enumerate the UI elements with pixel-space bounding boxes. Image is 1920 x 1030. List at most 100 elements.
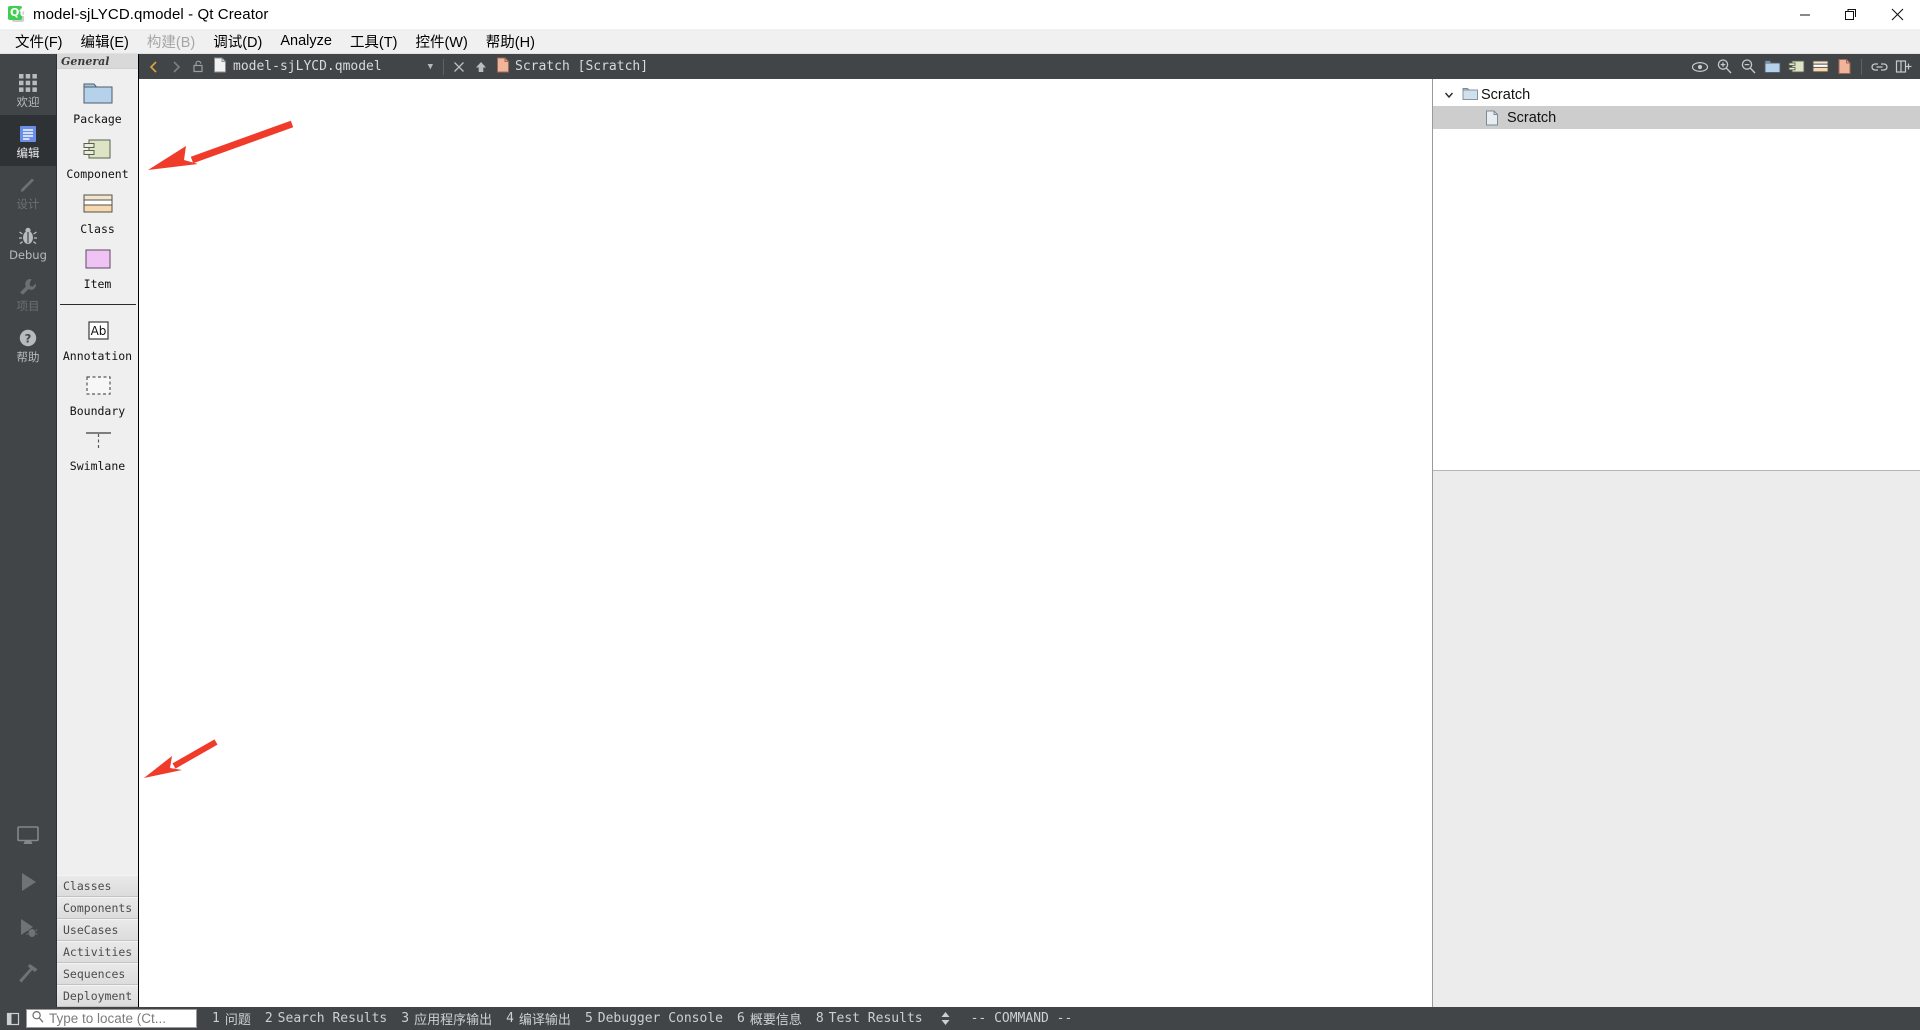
mode-welcome[interactable]: 欢迎	[0, 64, 56, 115]
unlocked-icon[interactable]	[187, 56, 209, 78]
debug-run-button[interactable]	[0, 907, 56, 953]
output-pane-test-results[interactable]: 8 Test Results	[809, 1007, 930, 1030]
tool-package[interactable]: Package	[58, 79, 138, 125]
menu-tools[interactable]: 工具(T)	[341, 29, 407, 54]
vim-command-status: -- COMMAND --	[970, 1011, 1073, 1026]
tool-swimlane[interactable]: Swimlane	[58, 426, 138, 472]
locator-input[interactable]: Type to locate (Ct...	[26, 1009, 197, 1028]
menu-window[interactable]: 控件(W)	[406, 29, 476, 54]
play-bug-icon	[15, 915, 41, 946]
pane-number: 8	[815, 1011, 824, 1026]
bug-icon	[17, 225, 39, 247]
menu-build: 构建(B)	[146, 34, 196, 51]
palette-divider	[59, 304, 136, 305]
kit-selector-button[interactable]	[0, 815, 56, 861]
palette-section-activities[interactable]: Activities	[57, 941, 138, 963]
zoom-in-icon[interactable]	[1713, 56, 1735, 78]
editor-toolbar: model-sjLYCD.qmodel ▼ Scratch [Scratch]	[139, 54, 1920, 79]
tree-node-scratch-diagram[interactable]: Scratch	[1433, 106, 1920, 129]
build-button[interactable]	[0, 953, 56, 999]
question-circle-icon: ?	[17, 327, 39, 349]
tree-node-label: Scratch	[1507, 109, 1557, 126]
pane-number: 6	[737, 1011, 745, 1026]
package-folder-icon	[81, 79, 115, 111]
main-body: 欢迎 编辑 设计 Debug 项目 ? 帮助 General Package C…	[0, 54, 1920, 1007]
palette-section-sequences[interactable]: Sequences	[57, 963, 138, 985]
add-package-icon[interactable]	[1761, 56, 1783, 78]
maximize-button[interactable]	[1828, 0, 1874, 29]
menu-help[interactable]: 帮助(H)	[477, 29, 544, 54]
tool-label-package: Package	[73, 112, 122, 126]
chevron-down-icon[interactable]: ▼	[428, 62, 439, 72]
grid-icon	[17, 72, 39, 94]
tool-class[interactable]: Class	[58, 189, 138, 235]
chevron-down-icon[interactable]	[1439, 89, 1459, 101]
mode-edit[interactable]: 编辑	[0, 115, 56, 166]
palette-section-deployment[interactable]: Deployment	[57, 985, 138, 1007]
class-icon	[81, 189, 115, 221]
item-icon	[81, 244, 115, 276]
menu-bar: 文件(F) 编辑(E) 构建(B) 调试(D) Analyze 工具(T) 控件…	[0, 29, 1920, 54]
menu-analyze[interactable]: Analyze	[271, 31, 341, 51]
tool-boundary[interactable]: Boundary	[58, 371, 138, 417]
menu-file[interactable]: 文件(F)	[6, 29, 72, 54]
nav-back-icon[interactable]	[143, 56, 165, 78]
output-pane-spinner[interactable]	[930, 1011, 961, 1026]
tree-node-scratch-folder[interactable]: Scratch	[1433, 83, 1920, 106]
scratch-editor-tab[interactable]: Scratch [Scratch]	[492, 57, 648, 77]
output-pane-application-output[interactable]: 3 应用程序输出	[394, 1007, 499, 1030]
mode-help[interactable]: ? 帮助	[0, 319, 56, 370]
add-component-icon[interactable]	[1785, 56, 1807, 78]
split-editor-icon[interactable]	[1892, 56, 1914, 78]
menu-debug[interactable]: 调试(D)	[204, 29, 271, 54]
add-class-icon[interactable]	[1809, 56, 1831, 78]
open-file-name: model-sjLYCD.qmodel	[233, 59, 382, 74]
diagram-canvas[interactable]	[139, 79, 1433, 1007]
minimize-button[interactable]	[1782, 0, 1828, 29]
open-file-combo[interactable]: model-sjLYCD.qmodel ▼	[209, 57, 439, 77]
palette-section-classes[interactable]: Classes	[57, 875, 138, 897]
locator-placeholder: Type to locate (Ct...	[49, 1011, 167, 1026]
sidebar-toggle-icon[interactable]	[0, 1007, 26, 1030]
run-button[interactable]	[0, 861, 56, 907]
tool-label-component: Component	[66, 167, 129, 181]
editor-toolbar-right-tools	[1689, 56, 1920, 78]
tool-label-annotation: Annotation	[62, 349, 133, 363]
scratch-document-icon	[496, 57, 510, 77]
properties-pane[interactable]	[1433, 471, 1920, 1007]
palette-section-components[interactable]: Components	[57, 897, 138, 919]
pane-number: 2	[264, 1011, 273, 1026]
output-pane-issues[interactable]: 1 问题	[205, 1007, 258, 1030]
play-icon	[15, 869, 41, 900]
palette-header: General	[57, 54, 138, 69]
toolbar-separator	[443, 58, 444, 75]
document-icon	[213, 57, 227, 77]
window-controls	[1782, 0, 1920, 29]
menu-edit[interactable]: 编辑(E)	[72, 29, 138, 54]
toolbar-separator-right	[1861, 58, 1862, 75]
output-pane-general-messages[interactable]: 6 概要信息	[730, 1007, 809, 1030]
mode-projects: 项目	[0, 268, 56, 319]
zoom-out-icon[interactable]	[1737, 56, 1759, 78]
mode-debug[interactable]: Debug	[0, 217, 56, 268]
output-pane-compile-output[interactable]: 4 编译输出	[499, 1007, 578, 1030]
mode-label-debug: Debug	[9, 247, 47, 262]
tool-component[interactable]: Component	[58, 134, 138, 180]
tool-annotation[interactable]: Ab Annotation	[58, 316, 138, 362]
close-editor-icon[interactable]	[448, 56, 470, 78]
output-pane-search-results[interactable]: 2 Search Results	[258, 1007, 394, 1030]
arrow-up-icon[interactable]	[470, 56, 492, 78]
monitor-icon	[15, 824, 41, 853]
hammer-icon	[15, 961, 41, 992]
palette-section-usecases[interactable]: UseCases	[57, 919, 138, 941]
add-item-icon[interactable]	[1833, 56, 1855, 78]
tool-item[interactable]: Item	[58, 244, 138, 290]
close-button[interactable]	[1874, 0, 1920, 29]
tool-label-swimlane: Swimlane	[69, 459, 126, 473]
link-icon[interactable]	[1868, 56, 1890, 78]
tool-label-boundary: Boundary	[69, 404, 126, 418]
window-title: model-sjLYCD.qmodel - Qt Creator	[33, 5, 269, 23]
output-pane-debugger-console[interactable]: 5 Debugger Console	[578, 1007, 730, 1030]
model-tree[interactable]: Scratch Scratch	[1433, 79, 1920, 471]
visibility-icon[interactable]	[1689, 56, 1711, 78]
